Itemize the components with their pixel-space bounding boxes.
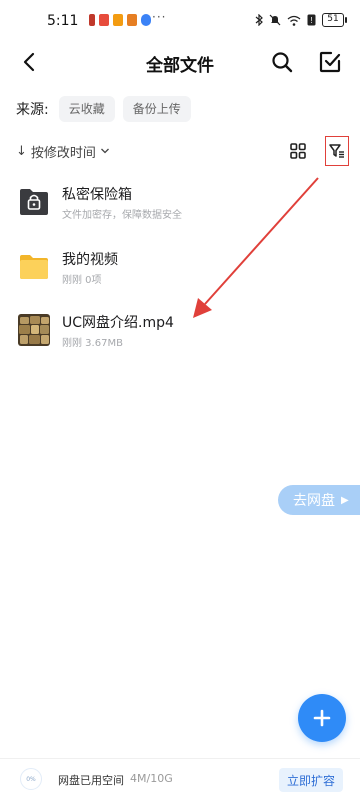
- filter-button[interactable]: [325, 136, 349, 166]
- sort-arrow-icon: ↓: [16, 143, 27, 159]
- plus-icon: [313, 709, 331, 727]
- file-meta: 文件加密存，保障数据安全: [62, 210, 182, 221]
- storage-bar: 0% 网盘已用空间 4M/10G 立即扩容: [0, 758, 360, 800]
- chevron-down-icon: [100, 148, 109, 154]
- multi-select-button[interactable]: [316, 48, 344, 76]
- search-button[interactable]: [268, 48, 296, 76]
- file-name: UC网盘介绍.mp4: [62, 315, 174, 331]
- file-item-private-vault[interactable]: 私密保险箱 文件加密存，保障数据安全: [0, 182, 360, 236]
- sort-label: 按修改时间: [30, 145, 96, 161]
- notification-icons: [89, 14, 151, 26]
- play-arrow-icon: ▶: [341, 494, 349, 506]
- safe-folder-icon: [18, 185, 50, 217]
- file-item-uc-intro-video[interactable]: UC网盘介绍.mp4 刚刚 3.67MB: [0, 311, 360, 365]
- folder-icon: [18, 250, 50, 282]
- battery-icon: 51: [322, 13, 347, 27]
- filter-icon: [329, 144, 344, 158]
- sim-icon: !: [307, 14, 316, 26]
- sort-selector[interactable]: ↓ 按修改时间: [16, 140, 110, 162]
- notification-icon: [141, 14, 151, 26]
- wifi-icon: [287, 15, 301, 26]
- svg-text:!: !: [310, 16, 312, 25]
- file-name: 私密保险箱: [62, 187, 132, 203]
- source-chip-cloud-favorites[interactable]: 云收藏: [58, 96, 115, 122]
- storage-value: 4M/10G: [130, 772, 173, 785]
- status-bar: 5:11 ··· ! 51: [0, 0, 360, 42]
- notification-icon: [127, 14, 137, 26]
- storage-label: 网盘已用空间: [58, 774, 124, 787]
- storage-usage-ring: 0%: [20, 768, 42, 790]
- more-notifications-icon: ···: [152, 10, 167, 24]
- go-cloud-label: 去网盘: [293, 493, 335, 509]
- status-time: 5:11: [47, 13, 79, 29]
- video-thumbnail: [18, 314, 50, 346]
- file-meta: 刚刚 0项: [62, 275, 102, 286]
- page-title: 全部文件: [146, 56, 214, 76]
- title-bar: 全部文件: [0, 42, 360, 82]
- checkbox-edit-icon: [319, 51, 341, 73]
- grid-view-button[interactable]: [287, 140, 309, 162]
- notification-icon: [99, 14, 109, 26]
- bluetooth-icon: [255, 14, 263, 26]
- source-label: 来源:: [16, 102, 49, 118]
- add-button[interactable]: [298, 694, 346, 742]
- file-name: 我的视频: [62, 252, 118, 268]
- search-icon: [272, 52, 293, 73]
- mute-icon: [269, 14, 281, 26]
- system-status: ! 51: [255, 13, 347, 27]
- file-meta: 刚刚 3.67MB: [62, 338, 123, 349]
- notification-icon: [113, 14, 123, 26]
- file-item-my-videos[interactable]: 我的视频 刚刚 0项: [0, 247, 360, 301]
- go-cloud-button[interactable]: 去网盘 ▶: [278, 485, 360, 515]
- grid-view-icon: [290, 143, 306, 159]
- source-filter-row: 来源: 云收藏 备份上传: [16, 96, 199, 122]
- notification-icon: [89, 14, 95, 26]
- expand-storage-button[interactable]: 立即扩容: [279, 768, 343, 792]
- source-chip-backup-upload[interactable]: 备份上传: [122, 96, 191, 122]
